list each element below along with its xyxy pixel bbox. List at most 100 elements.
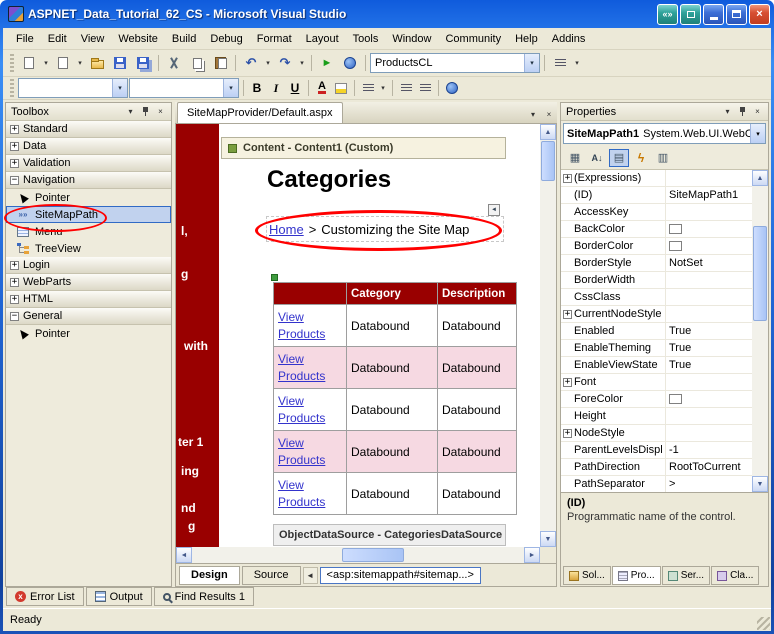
property-value[interactable] <box>666 221 752 237</box>
toolbar-extra-button[interactable] <box>549 52 571 74</box>
scroll-down-button[interactable]: ▼ <box>540 531 556 547</box>
toolbox-category-validation[interactable]: +Validation <box>6 155 171 172</box>
paste-button[interactable] <box>209 52 231 74</box>
property-value[interactable] <box>666 170 752 186</box>
gridview-control[interactable]: Category Description View Products Datab… <box>273 282 517 515</box>
menu-item-website[interactable]: Website <box>111 30 165 48</box>
bold-button[interactable]: B <box>248 79 266 97</box>
foreground-color-button[interactable]: A <box>313 79 331 97</box>
menu-item-view[interactable]: View <box>74 30 112 48</box>
property-row-backcolor[interactable]: BackColor <box>561 221 752 238</box>
refresh-button[interactable] <box>339 52 361 74</box>
add-item-button[interactable] <box>52 52 74 74</box>
property-value[interactable]: True <box>666 357 752 373</box>
property-value[interactable] <box>666 289 752 305</box>
toolbar-overflow[interactable]: ▾ <box>572 52 582 74</box>
sitemappath-control[interactable]: Home > Customizing the Site Map <box>266 216 504 242</box>
expand-icon[interactable]: + <box>10 295 19 304</box>
bullet-list-button[interactable] <box>416 79 434 97</box>
property-row-parentlevelsdisplayed[interactable]: ParentLevelsDispl-1 <box>561 442 752 459</box>
vertical-scrollbar[interactable]: ▲ ▼ <box>540 124 556 547</box>
align-button[interactable] <box>359 79 377 97</box>
expand-icon[interactable]: + <box>10 125 19 134</box>
design-surface[interactable]: l, g with ter 1 ing nd g Content - Conte… <box>176 124 540 547</box>
menu-item-help[interactable]: Help <box>508 30 545 48</box>
view-products-link[interactable]: View Products <box>278 477 328 509</box>
scroll-thumb[interactable] <box>541 141 555 181</box>
toolbar-grip[interactable] <box>10 54 14 72</box>
content-placeholder-header[interactable]: Content - Content1 (Custom) <box>221 137 506 159</box>
combo-arrow-icon[interactable]: ▾ <box>223 79 238 97</box>
property-value[interactable] <box>666 408 752 424</box>
properties-view-button[interactable]: ▤ <box>609 149 629 167</box>
scroll-down-button[interactable]: ▼ <box>752 476 768 492</box>
scroll-track[interactable] <box>752 321 768 476</box>
undo-dropdown[interactable]: ▾ <box>263 52 273 74</box>
view-products-link[interactable]: View Products <box>278 309 328 341</box>
expander-icon[interactable]: + <box>563 378 572 387</box>
toolbar-grip[interactable] <box>10 79 14 97</box>
save-all-button[interactable] <box>132 52 154 74</box>
property-row-id[interactable]: (ID)SiteMapPath1 <box>561 187 752 204</box>
toolbox-item-pointer[interactable]: Pointer <box>6 189 171 206</box>
toolbox-category-data[interactable]: +Data <box>6 138 171 155</box>
menu-item-community[interactable]: Community <box>438 30 508 48</box>
document-list-button[interactable]: ▾ <box>525 105 541 123</box>
font-combo[interactable]: ▾ <box>129 78 239 98</box>
properties-pin-button[interactable] <box>735 105 750 119</box>
property-row-expressions[interactable]: +(Expressions) <box>561 170 752 187</box>
design-view-tab[interactable]: Design <box>179 566 240 585</box>
property-row-borderstyle[interactable]: BorderStyleNotSet <box>561 255 752 272</box>
expander-icon[interactable]: + <box>563 310 572 319</box>
property-value[interactable] <box>666 374 752 390</box>
tab-output[interactable]: Output <box>86 587 152 606</box>
property-row-accesskey[interactable]: AccessKey <box>561 204 752 221</box>
property-value[interactable] <box>666 238 752 254</box>
expand-icon[interactable]: + <box>10 278 19 287</box>
property-row-pathseparator[interactable]: PathSeparator> <box>561 476 752 492</box>
tab-error-list[interactable]: xError List <box>6 587 84 606</box>
tab-server-explorer[interactable]: Ser... <box>662 566 710 585</box>
highlight-button[interactable] <box>332 79 350 97</box>
property-value[interactable]: > <box>666 476 752 492</box>
tab-properties[interactable]: Pro... <box>612 566 661 585</box>
menu-item-tools[interactable]: Tools <box>346 30 386 48</box>
toolbox-category-webparts[interactable]: +WebParts <box>6 274 171 291</box>
view-products-link[interactable]: View Products <box>278 435 328 467</box>
property-row-enableviewstate[interactable]: EnableViewStateTrue <box>561 357 752 374</box>
property-row-forecolor[interactable]: ForeColor <box>561 391 752 408</box>
menu-item-layout[interactable]: Layout <box>299 30 346 48</box>
toolbox-category-navigation[interactable]: −Navigation <box>6 172 171 189</box>
underline-button[interactable]: U <box>286 79 304 97</box>
property-value[interactable] <box>666 391 752 407</box>
expand-icon[interactable]: + <box>10 261 19 270</box>
teal-window-button[interactable] <box>680 4 701 25</box>
save-button[interactable] <box>109 52 131 74</box>
add-dropdown[interactable]: ▾ <box>75 52 85 74</box>
italic-button[interactable]: I <box>267 79 285 97</box>
toolbox-close-button[interactable]: × <box>153 105 168 119</box>
tab-solution-explorer[interactable]: Sol... <box>563 566 611 585</box>
object-selector-combo[interactable]: SiteMapPath1 System.Web.UI.WebC ▾ <box>563 123 766 144</box>
property-row-pathdirection[interactable]: PathDirectionRootToCurrent <box>561 459 752 476</box>
property-value[interactable]: -1 <box>666 442 752 458</box>
smart-tag-button[interactable]: ◄ <box>488 204 500 216</box>
new-dropdown[interactable]: ▾ <box>41 52 51 74</box>
toolbox-item-menu[interactable]: Menu <box>6 223 171 240</box>
toolbox-item-sitemappath[interactable]: »»SiteMapPath <box>6 206 171 223</box>
horizontal-scrollbar[interactable]: ◄ ► <box>176 547 540 563</box>
cut-button[interactable] <box>163 52 185 74</box>
tag-nav-left-button[interactable]: ◄ <box>303 567 318 584</box>
property-row-enabletheming[interactable]: EnableThemingTrue <box>561 340 752 357</box>
teal-chevrons-button[interactable]: «» <box>657 4 678 25</box>
property-value[interactable] <box>666 204 752 220</box>
property-row-height[interactable]: Height <box>561 408 752 425</box>
toolbox-category-general[interactable]: −General <box>6 308 171 325</box>
redo-button[interactable]: ↷ <box>274 52 296 74</box>
property-row-enabled[interactable]: EnabledTrue <box>561 323 752 340</box>
toolbox-item-pointer-general[interactable]: Pointer <box>6 325 171 342</box>
property-value[interactable]: True <box>666 323 752 339</box>
collapse-icon[interactable]: − <box>10 176 19 185</box>
menu-item-build[interactable]: Build <box>165 30 203 48</box>
property-row-cssclass[interactable]: CssClass <box>561 289 752 306</box>
